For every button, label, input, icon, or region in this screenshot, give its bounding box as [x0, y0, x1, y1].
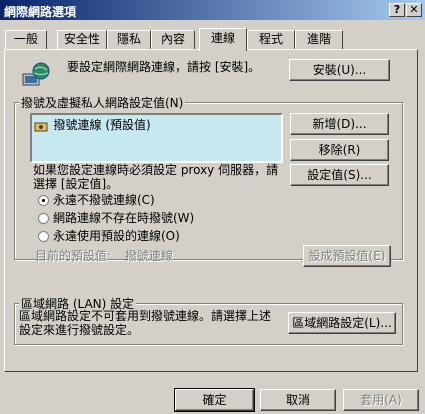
- radio-always-dial-default[interactable]: [38, 231, 49, 242]
- list-item[interactable]: 撥號連線 (預設值): [34, 116, 151, 132]
- radio-dial-when-no-network[interactable]: [38, 213, 49, 224]
- current-default-label: 目前的預設值:: [35, 249, 112, 263]
- remove-button[interactable]: 移除(R): [290, 139, 389, 161]
- radio-dial-when-no-network-label[interactable]: 網路連線不存在時撥號(W): [53, 211, 194, 225]
- tab-privacy[interactable]: 隱私: [107, 30, 151, 49]
- apply-button[interactable]: 套用(A): [343, 389, 419, 411]
- dialup-legend: 撥號及虛擬私人網路設定值(N): [19, 94, 186, 111]
- connections-panel: 要設定網際網路連線，請按 [安裝]。 安裝(U)... 撥號及虛擬私人網路設定值…: [4, 49, 418, 372]
- radio-always-dial-default-label[interactable]: 永遠使用預設的連線(O): [53, 229, 180, 243]
- cancel-button[interactable]: 取消: [260, 389, 336, 411]
- dialup-connection-icon: [34, 120, 48, 132]
- tab-content[interactable]: 內容: [151, 30, 195, 49]
- lan-note: 區域網路設定不可套用到撥號連線。請選擇上述設定來進行撥號設定。: [19, 309, 272, 337]
- tab-programs[interactable]: 程式: [247, 30, 295, 49]
- tab-connections[interactable]: 連線: [199, 28, 247, 51]
- setup-text: 要設定網際網路連線，請按 [安裝]。: [67, 60, 261, 74]
- radio-never-dial[interactable]: [38, 195, 49, 206]
- ok-button[interactable]: 確定: [174, 388, 255, 412]
- dialup-connections-list[interactable]: 撥號連線 (預設值): [30, 113, 283, 163]
- setup-button[interactable]: 安裝(U)...: [289, 59, 390, 81]
- tab-general[interactable]: 一般: [5, 30, 47, 49]
- list-item-label: 撥號連線 (預設值): [53, 118, 151, 132]
- tab-advanced[interactable]: 進階: [295, 30, 343, 49]
- lan-settings-button[interactable]: 區域網路設定(L)...: [288, 312, 396, 334]
- close-button[interactable]: ✕: [406, 3, 422, 17]
- tab-strip: 一般 安全性 隱私 內容 連線 程式 進階: [0, 28, 425, 51]
- tab-security[interactable]: 安全性: [57, 30, 107, 49]
- current-default-value: 撥號連線: [125, 249, 174, 263]
- set-default-button[interactable]: 設成預設值(E): [303, 245, 391, 267]
- help-button[interactable]: ?: [389, 3, 405, 17]
- network-globe-icon: [21, 62, 51, 88]
- window-title: 網際網路選項: [4, 5, 77, 19]
- settings-button[interactable]: 設定值(S)...: [290, 164, 389, 186]
- proxy-note: 如果您設定連線時必須設定 proxy 伺服器，請選擇 [設定值]。: [33, 163, 279, 191]
- title-bar: 網際網路選項 ? ✕: [0, 0, 425, 20]
- radio-never-dial-label[interactable]: 永遠不撥號連線(C): [53, 193, 155, 207]
- add-button[interactable]: 新增(D)...: [290, 113, 389, 135]
